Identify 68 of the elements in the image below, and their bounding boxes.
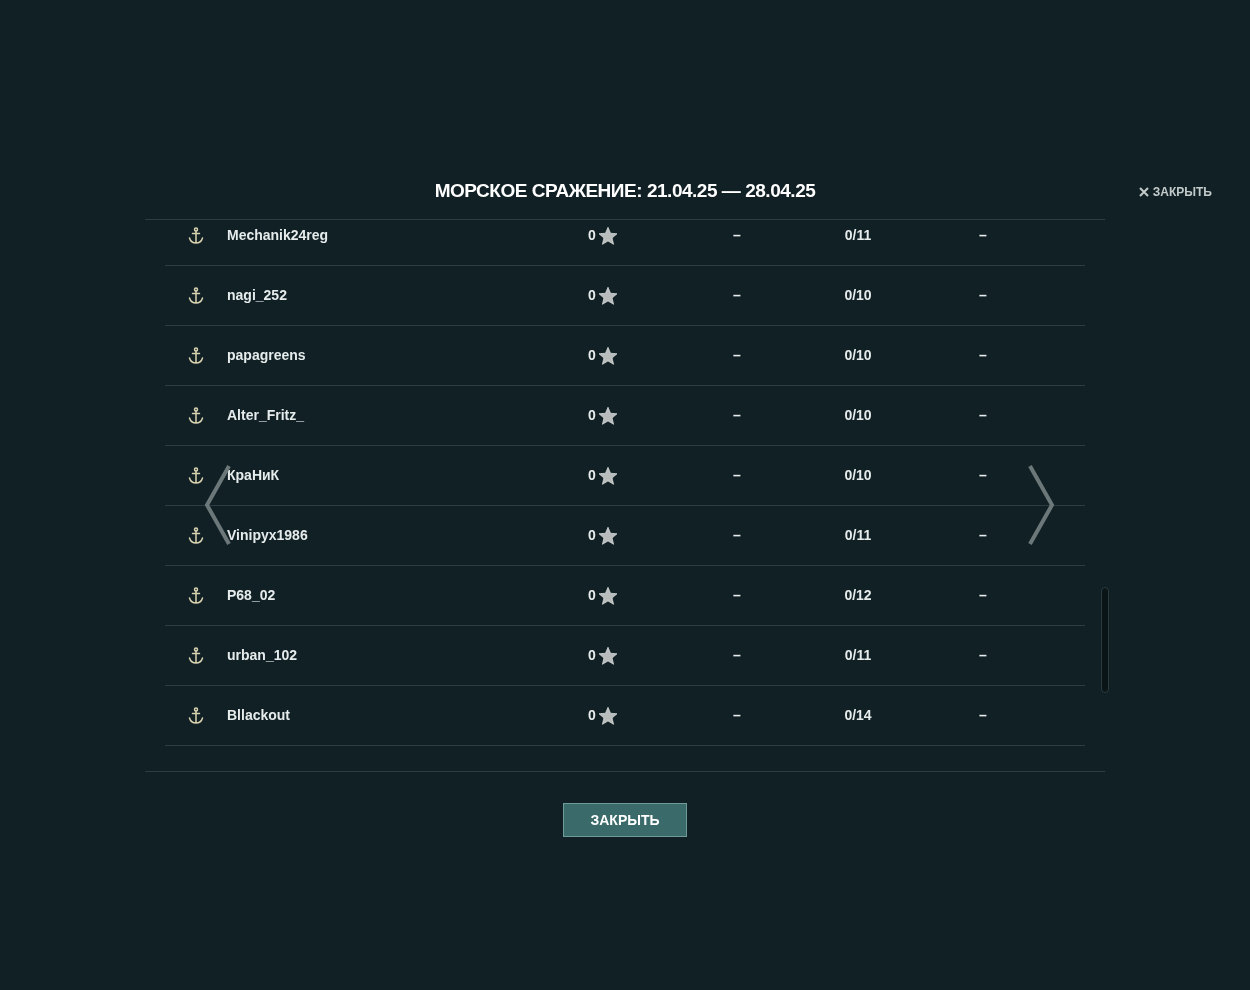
table-cell: – [733,347,741,363]
score: 0 [588,226,596,245]
score: 0 [588,586,596,605]
player-name: КраНиК [227,466,281,485]
anchor-icon [188,466,204,485]
score: 0 [588,286,596,305]
score: 0 [588,466,596,485]
star-icon [597,285,618,306]
player-name: Bllackout [227,706,291,725]
anchor-icon [188,586,204,605]
dialog-title: МОРСКОЕ СРАЖЕНИЕ: 21.04.25 — 28.04.25 [434,178,816,203]
table-cell: 0/14 [844,707,872,723]
table-cell: 0/11 [844,647,872,663]
table-cell: – [733,647,741,663]
anchor-icon [188,406,204,425]
table-cell: – [979,227,987,243]
table-cell: 0/11 [844,227,872,243]
table-cell: – [979,287,987,303]
anchor-icon [188,706,204,725]
table-cell: – [979,707,987,723]
table-cell: – [733,407,741,423]
star-icon [597,525,618,546]
scrollbar[interactable] [1101,587,1109,693]
star-icon [597,465,618,486]
anchor-icon [188,286,204,305]
table-cell: – [979,587,987,603]
score: 0 [588,526,596,545]
table-cell: 0/12 [844,587,872,603]
player-name: P68_02 [227,586,277,605]
table-cell: – [979,467,987,483]
player-name: Mechanik24reg [227,226,330,245]
table-cell: – [733,467,741,483]
score: 0 [588,646,596,665]
star-icon [597,705,618,726]
score: 0 [588,706,596,725]
anchor-icon [188,526,204,545]
player-name: papagreens [227,346,307,365]
table-cell: 0/10 [844,407,872,423]
star-icon [597,345,618,366]
anchor-icon [188,226,204,245]
table-cell: 0/10 [844,467,872,483]
score: 0 [588,346,596,365]
table-cell: – [733,527,741,543]
table-cell: – [979,647,987,663]
table-cell: 0/10 [844,347,872,363]
star-icon [597,225,618,246]
anchor-icon [188,646,204,665]
close-icon [1138,187,1149,197]
star-icon [597,585,618,606]
table-cell: – [733,287,741,303]
table-cell: – [733,707,741,723]
table-cell: 0/10 [844,287,872,303]
table-cell: – [733,227,741,243]
player-name: Alter_Fritz_ [227,406,306,425]
player-name: Vinipyx1986 [227,526,309,545]
close-link[interactable]: ЗАКРЫТЬ [1138,183,1212,201]
table-cell: – [979,407,987,423]
table-cell: – [733,587,741,603]
player-name: nagi_252 [227,286,288,305]
close-button[interactable]: ЗАКРЫТЬ [563,803,687,837]
table-cell: – [979,527,987,543]
star-icon [597,405,618,426]
table-cell: 0/11 [844,527,872,543]
anchor-icon [188,346,204,365]
score: 0 [588,406,596,425]
table-cell: – [979,347,987,363]
star-icon [597,645,618,666]
player-name: urban_102 [227,646,299,665]
